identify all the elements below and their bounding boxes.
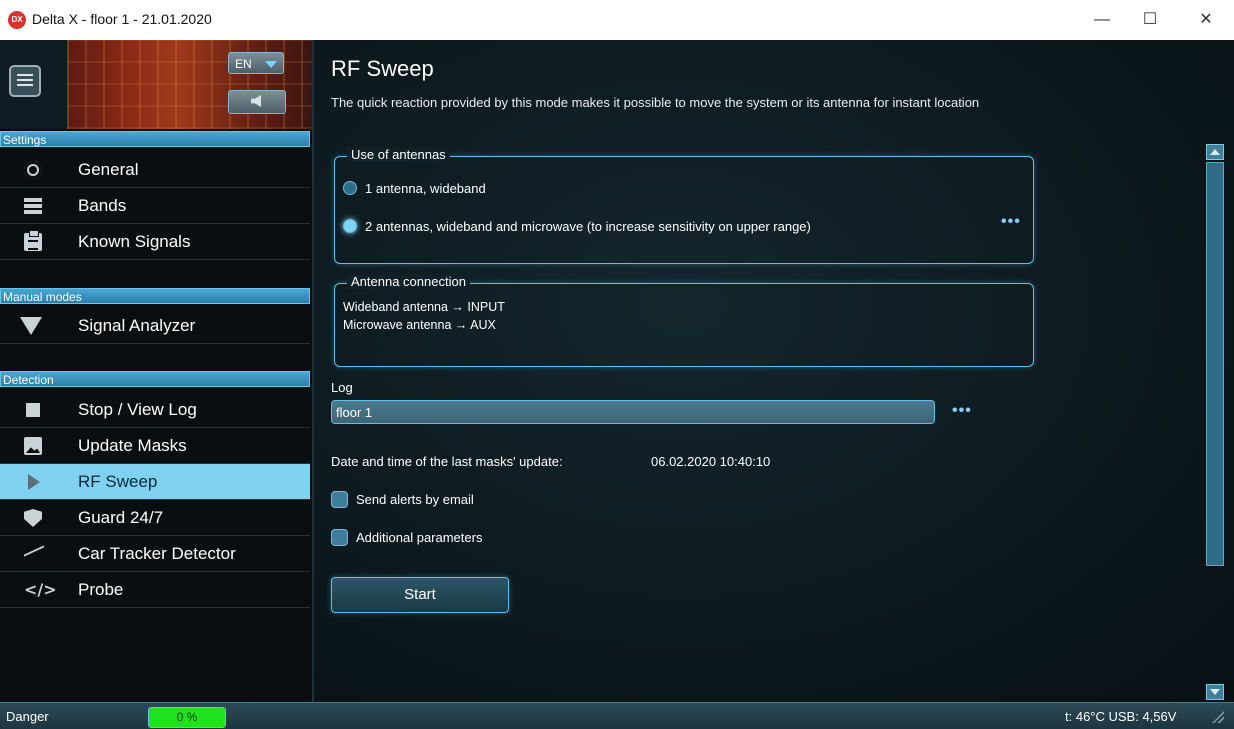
status-bar: Danger 0 % t: 46°C USB: 4,56V — [0, 702, 1234, 729]
sidebar-item-general[interactable]: General — [0, 152, 310, 188]
antennas-group: Use of antennas 1 antenna, wideband 2 an… — [334, 147, 1034, 264]
sidebar-header: EN — [0, 40, 312, 129]
code-icon: </> — [24, 580, 57, 599]
section-header-settings: Settings — [0, 131, 310, 147]
danger-value: 0 % — [176, 710, 198, 724]
antenna-connection-group: Antenna connection Wideband antenna → IN… — [334, 274, 1034, 367]
antenna-connection-legend: Antenna connection — [347, 274, 470, 289]
sidebar-item-rf-sweep[interactable]: RF Sweep — [0, 464, 310, 500]
sidebar-item-label: Known Signals — [78, 232, 191, 251]
radio-label: 1 antenna, wideband — [365, 181, 486, 196]
trend-icon — [24, 545, 42, 563]
close-button[interactable]: ✕ — [1186, 8, 1226, 32]
system-info: t: 46°C USB: 4,56V — [1065, 709, 1177, 724]
wifi-icon — [20, 317, 42, 335]
sound-toggle-button[interactable] — [228, 90, 286, 114]
scrollbar-thumb[interactable] — [1206, 162, 1224, 566]
additional-parameters-checkbox-row[interactable]: Additional parameters — [331, 528, 531, 548]
sidebar-item-label: Signal Analyzer — [78, 316, 196, 335]
sidebar-item-bands[interactable]: Bands — [0, 188, 310, 224]
send-alerts-checkbox-row[interactable]: Send alerts by email — [331, 490, 531, 510]
sidebar-item-update-masks[interactable]: Update Masks — [0, 428, 310, 464]
sidebar-item-stop-view-log[interactable]: Stop / View Log — [0, 392, 310, 428]
shield-icon — [24, 509, 42, 527]
checkbox-label: Send alerts by email — [356, 492, 474, 507]
app-logo-icon: DX — [8, 11, 26, 29]
antennas-group-legend: Use of antennas — [347, 147, 450, 162]
radio-two-antennas[interactable]: 2 antennas, wideband and microwave (to i… — [343, 217, 903, 237]
window-title: Delta X - floor 1 - 21.01.2020 — [32, 11, 212, 27]
page-subtitle: The quick reaction provided by this mode… — [331, 95, 980, 110]
radio-button[interactable] — [343, 219, 357, 233]
scroll-up-arrow-icon[interactable] — [1206, 144, 1224, 160]
sidebar-item-label: Car Tracker Detector — [78, 544, 236, 563]
chevron-down-icon — [265, 61, 277, 68]
page-title: RF Sweep — [331, 56, 434, 81]
sidebar-item-signal-analyzer[interactable]: Signal Analyzer — [0, 308, 310, 344]
log-input[interactable]: floor 1 — [331, 400, 935, 424]
radio-label: 2 antennas, wideband and microwave (to i… — [365, 219, 811, 234]
sidebar-item-car-tracker-detector[interactable]: Car Tracker Detector — [0, 536, 310, 572]
gear-icon — [24, 161, 42, 179]
sidebar-item-label: RF Sweep — [78, 472, 158, 491]
resize-grip-icon[interactable] — [1212, 711, 1224, 723]
vertical-scrollbar[interactable] — [1206, 144, 1224, 702]
checkbox-label: Additional parameters — [356, 530, 483, 545]
section-header-detection: Detection — [0, 371, 310, 387]
sidebar-item-probe[interactable]: </> Probe — [0, 572, 310, 608]
list-icon — [24, 197, 42, 215]
masks-update-value: 06.02.2020 10:40:10 — [651, 454, 771, 469]
sidebar-item-label: Guard 24/7 — [78, 508, 164, 527]
sidebar-item-label: General — [78, 160, 139, 179]
danger-meter: 0 % — [148, 707, 226, 728]
danger-label: Danger — [6, 709, 49, 724]
main-panel: RF Sweep The quick reaction provided by … — [314, 40, 1234, 702]
log-label: Log — [331, 380, 353, 395]
sidebar-item-known-signals[interactable]: Known Signals — [0, 224, 310, 260]
connection-line-wideband: Wideband antenna → INPUT — [343, 300, 505, 314]
sidebar: EN Settings General Bands Known Signals … — [0, 40, 314, 702]
connection-line-microwave: Microwave antenna → AUX — [343, 318, 496, 332]
minimize-button[interactable]: — — [1082, 8, 1122, 32]
maximize-button[interactable]: ☐ — [1130, 8, 1170, 32]
sidebar-item-label: Update Masks — [78, 436, 187, 455]
section-header-manual-modes: Manual modes — [0, 288, 310, 304]
sidebar-item-label: Stop / View Log — [78, 400, 197, 419]
sidebar-item-guard-24-7[interactable]: Guard 24/7 — [0, 500, 310, 536]
radio-one-antenna[interactable]: 1 antenna, wideband — [343, 179, 603, 199]
stop-icon — [26, 403, 40, 417]
send-alerts-checkbox[interactable] — [331, 491, 348, 508]
sidebar-item-label: Probe — [78, 580, 124, 599]
title-bar: DX Delta X - floor 1 - 21.01.2020 — ☐ ✕ — [0, 0, 1234, 40]
log-more-button[interactable]: ••• — [952, 402, 972, 420]
masks-update-label: Date and time of the last masks' update: — [331, 454, 563, 469]
radio-button[interactable] — [343, 181, 357, 195]
scroll-down-arrow-icon[interactable] — [1206, 684, 1224, 700]
language-value: EN — [235, 57, 252, 71]
antennas-more-button[interactable]: ••• — [1001, 213, 1021, 231]
hamburger-menu-button[interactable] — [9, 65, 41, 97]
language-select[interactable]: EN — [228, 52, 284, 74]
image-icon — [24, 437, 42, 455]
clipboard-icon — [24, 230, 42, 251]
play-icon — [28, 474, 40, 490]
sidebar-item-label: Bands — [78, 196, 127, 215]
start-button[interactable]: Start — [331, 577, 509, 613]
additional-parameters-checkbox[interactable] — [331, 529, 348, 546]
